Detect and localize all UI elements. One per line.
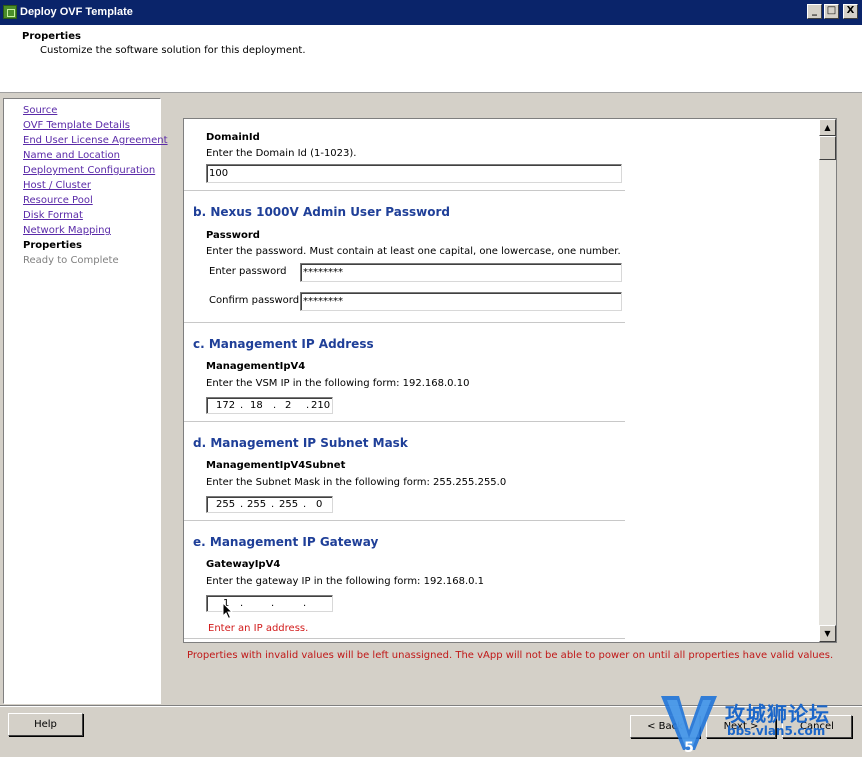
ip-octet[interactable]: 2 (285, 400, 291, 411)
ip-octet[interactable]: 18 (250, 400, 263, 411)
wizard-steps: Source OVF Template Details End User Lic… (3, 98, 168, 704)
mgmt-mask-section: d. Management IP Subnet Mask ManagementI… (184, 422, 625, 521)
password-label: Password (206, 230, 260, 241)
back-button[interactable]: < Back (630, 715, 700, 738)
admin-password-title: b. Nexus 1000V Admin User Password (193, 205, 451, 219)
gateway-label: GatewayIpV4 (206, 559, 281, 570)
enter-password-input[interactable]: ******** (300, 263, 622, 282)
ip-dot: . (271, 499, 275, 510)
vertical-scrollbar[interactable]: ▲ ▼ (819, 119, 836, 642)
mgmt-ip-title: c. Management IP Address (193, 337, 374, 351)
ip-octet[interactable]: 255 (216, 499, 235, 510)
ip-octet[interactable]: 172 (216, 400, 235, 411)
step-source[interactable]: Source (23, 103, 160, 118)
next-button[interactable]: Next > (706, 715, 776, 738)
properties-panel: DomainId Enter the Domain Id (1-1023). 1… (183, 118, 837, 643)
step-eula[interactable]: End User License Agreement (23, 133, 168, 148)
ip-dot: . (271, 598, 275, 609)
mgmt-ip-desc: Enter the VSM IP in the following form: … (206, 378, 470, 389)
ip-dot: . (240, 499, 244, 510)
mgmt-ip-section: c. Management IP Address ManagementIpV4 … (184, 323, 625, 422)
step-ready-to-complete: Ready to Complete (23, 255, 119, 266)
footer-separator (0, 705, 862, 707)
wizard-header: Properties Customize the software soluti… (0, 25, 862, 93)
maximize-button[interactable]: □ (824, 4, 839, 19)
step-ovf-template-details[interactable]: OVF Template Details (23, 118, 160, 133)
mgmt-gateway-title: e. Management IP Gateway (193, 535, 379, 549)
admin-password-section: b. Nexus 1000V Admin User Password Passw… (184, 191, 625, 323)
mgmt-mask-input[interactable]: 255 . 255 . 255 . 0 (206, 496, 333, 513)
mgmt-mask-title: d. Management IP Subnet Mask (193, 436, 408, 450)
gateway-error: Enter an IP address. (208, 623, 309, 634)
gateway-desc: Enter the gateway IP in the following fo… (206, 576, 485, 587)
window-title: Deploy OVF Template (20, 6, 133, 18)
step-resource-pool[interactable]: Resource Pool (23, 193, 160, 208)
domain-section: DomainId Enter the Domain Id (1-1023). 1… (184, 119, 625, 191)
step-deployment-configuration[interactable]: Deployment Configuration (23, 163, 160, 178)
scroll-up-icon[interactable]: ▲ (819, 119, 836, 136)
step-properties: Properties (23, 240, 82, 251)
ip-octet[interactable]: 255 (247, 499, 266, 510)
mgmt-mask-label: ManagementIpV4Subnet (206, 460, 346, 471)
password-desc: Enter the password. Must contain at leas… (206, 246, 621, 257)
mgmt-ip-input[interactable]: 172 . 18 . 2 . 210 (206, 397, 333, 414)
enter-password-label: Enter password (209, 266, 287, 277)
mgmt-ip-label: ManagementIpV4 (206, 361, 306, 372)
page-subtitle: Customize the software solution for this… (40, 45, 306, 56)
step-network-mapping[interactable]: Network Mapping (23, 223, 160, 238)
ip-dot: . (306, 400, 310, 411)
page-title: Properties (22, 31, 81, 42)
step-name-location[interactable]: Name and Location (23, 148, 160, 163)
scroll-thumb[interactable] (819, 136, 836, 160)
ip-dot: . (303, 598, 307, 609)
svg-text:5: 5 (684, 740, 694, 754)
ip-octet[interactable]: 0 (316, 499, 322, 510)
title-bar: Deploy OVF Template _ □ X (0, 0, 862, 25)
app-icon (3, 5, 17, 19)
mgmt-gateway-section: e. Management IP Gateway GatewayIpV4 Ent… (184, 521, 625, 639)
domainid-label: DomainId (206, 132, 260, 143)
ip-octet[interactable]: 255 (279, 499, 298, 510)
ip-dot: . (273, 400, 277, 411)
ip-dot: . (240, 598, 244, 609)
ip-dot: . (240, 400, 244, 411)
step-disk-format[interactable]: Disk Format (23, 208, 160, 223)
scroll-down-icon[interactable]: ▼ (819, 625, 836, 642)
confirm-password-input[interactable]: ******** (300, 292, 622, 311)
help-button[interactable]: Help (8, 713, 83, 736)
ip-octet[interactable]: 210 (311, 400, 330, 411)
close-button[interactable]: X (843, 4, 858, 19)
confirm-password-label: Confirm password (209, 295, 300, 306)
mouse-pointer-icon (222, 602, 234, 620)
domainid-input[interactable]: 100 (206, 164, 622, 183)
domainid-desc: Enter the Domain Id (1-1023). (206, 148, 357, 159)
mgmt-mask-desc: Enter the Subnet Mask in the following f… (206, 477, 507, 488)
cancel-button[interactable]: Cancel (782, 715, 852, 738)
minimize-button[interactable]: _ (807, 4, 822, 19)
ip-dot: . (303, 499, 307, 510)
step-host-cluster[interactable]: Host / Cluster (23, 178, 160, 193)
invalid-values-warning: Properties with invalid values will be l… (187, 650, 834, 661)
